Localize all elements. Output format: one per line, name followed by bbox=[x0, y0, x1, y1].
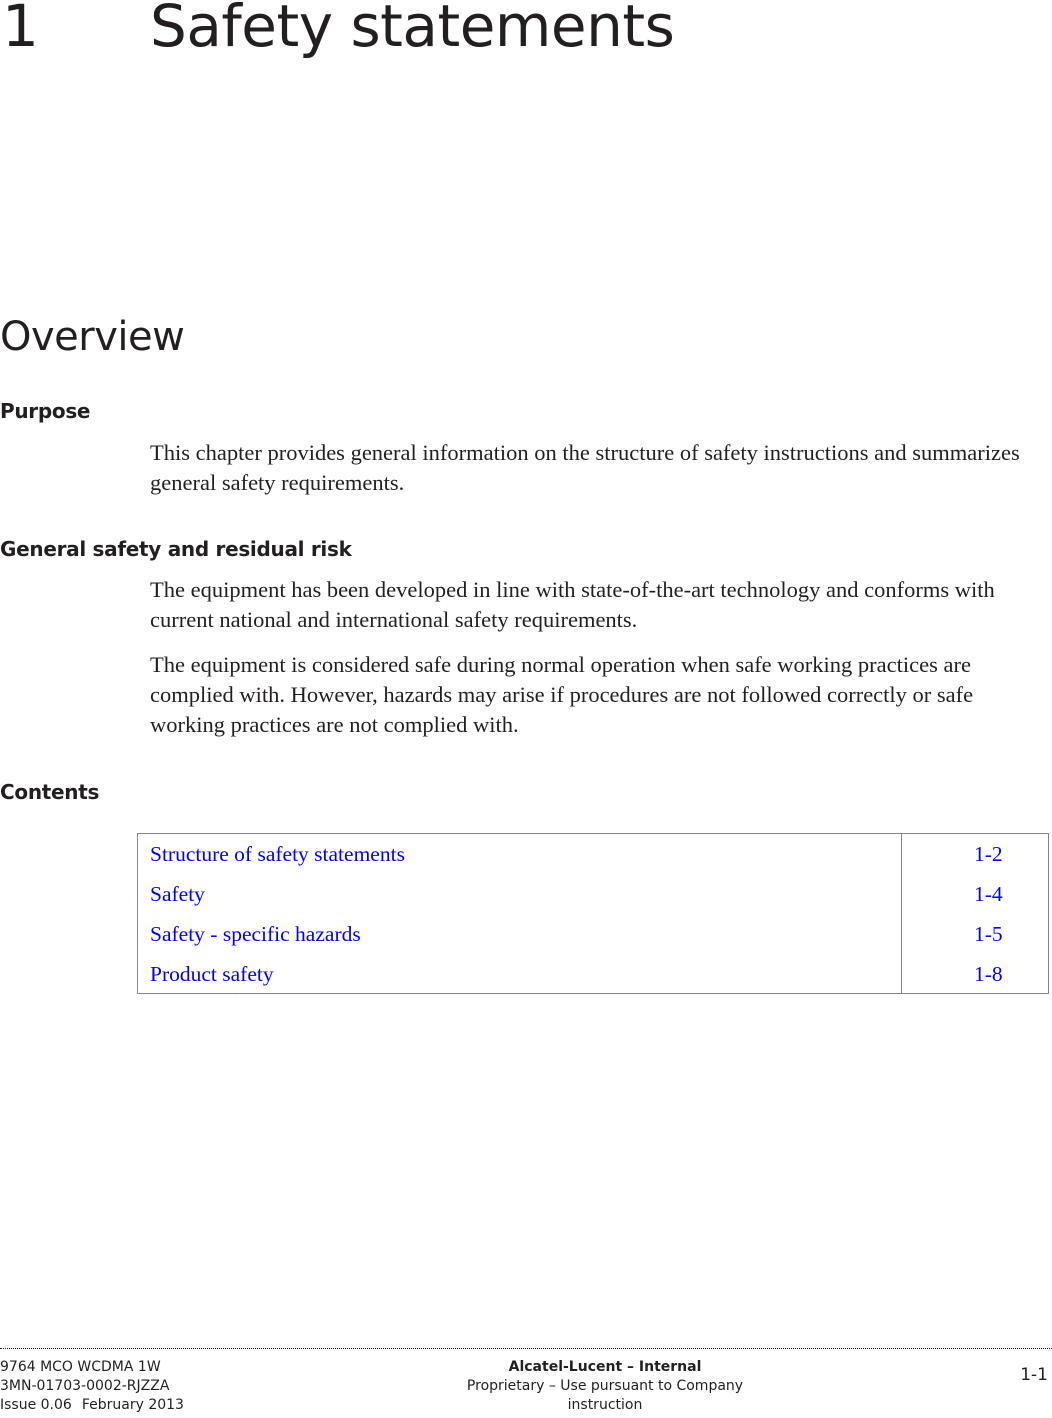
footer-product: 9764 MCO WCDMA 1W bbox=[0, 1359, 161, 1375]
chapter-title: Safety statements bbox=[150, 0, 675, 60]
general-safety-heading: General safety and residual risk bbox=[0, 537, 352, 561]
contents-link-safety[interactable]: Safety bbox=[150, 882, 205, 907]
contents-link-structure-of-safety-statements[interactable]: Structure of safety statements bbox=[150, 842, 405, 867]
footer-page-number: 1-1 bbox=[1020, 1365, 1048, 1385]
purpose-heading: Purpose bbox=[0, 399, 91, 423]
overview-heading: Overview bbox=[0, 314, 185, 360]
footer-proprietary-notice: Proprietary – Use pursuant to Company in… bbox=[466, 1378, 744, 1413]
footer-issue-line: Issue 0.06 February 2013 bbox=[0, 1396, 184, 1415]
contents-page-number[interactable]: 1-2 bbox=[974, 842, 1003, 867]
contents-row: Product safety 1-8 bbox=[138, 962, 1048, 1002]
contents-link-product-safety[interactable]: Product safety bbox=[150, 962, 274, 987]
contents-row: Safety - specific hazards 1-5 bbox=[138, 922, 1048, 962]
footer-document-info: 9764 MCO WCDMA 1W 3MN-01703-0002-RJZZA I… bbox=[0, 1358, 184, 1415]
footer-divider bbox=[0, 1348, 1052, 1349]
contents-link-safety-specific-hazards[interactable]: Safety - specific hazards bbox=[150, 922, 361, 947]
contents-row: Safety 1-4 bbox=[138, 882, 1048, 922]
contents-page-number[interactable]: 1-4 bbox=[974, 882, 1003, 907]
general-safety-paragraph-1: The equipment has been developed in line… bbox=[150, 577, 995, 632]
contents-heading: Contents bbox=[0, 780, 100, 804]
footer-classification-block: Alcatel-Lucent – Internal Proprietary – … bbox=[430, 1358, 780, 1415]
chapter-number: 1 bbox=[2, 0, 39, 60]
footer-issue: Issue 0.06 bbox=[0, 1397, 72, 1413]
contents-page-number[interactable]: 1-8 bbox=[974, 962, 1003, 987]
footer-classification: Alcatel-Lucent – Internal bbox=[508, 1359, 702, 1375]
purpose-paragraph: This chapter provides general informatio… bbox=[150, 440, 1020, 495]
contents-table: Structure of safety statements 1-2 Safet… bbox=[137, 833, 1049, 994]
footer-date: February 2013 bbox=[81, 1397, 184, 1413]
contents-page-number[interactable]: 1-5 bbox=[974, 922, 1003, 947]
contents-row: Structure of safety statements 1-2 bbox=[138, 842, 1048, 882]
general-safety-paragraph-2: The equipment is considered safe during … bbox=[150, 652, 974, 737]
footer-doc-number: 3MN-01703-0002-RJZZA bbox=[0, 1378, 170, 1394]
